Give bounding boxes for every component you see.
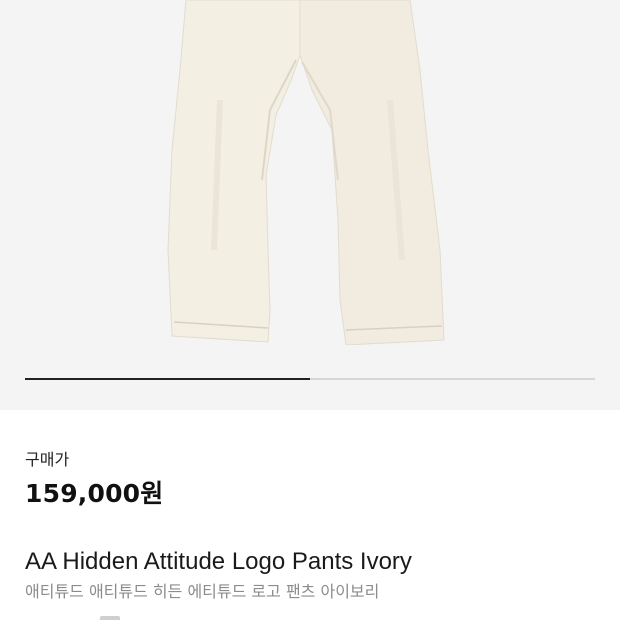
product-name: AA Hidden Attitude Logo Pants Ivory [25,548,412,575]
gallery-progress-bar [25,378,595,380]
product-subname: 애티튜드 애티튜드 히든 에티튜드 로고 팬츠 아이보리 [25,582,380,601]
gallery-progress-fill [25,378,310,380]
product-image-area[interactable] [0,0,620,410]
next-section-hint [80,613,140,620]
product-photo[interactable] [0,0,620,360]
price-value: 159,000원 [25,479,164,508]
price-label: 구매가 [25,450,70,469]
